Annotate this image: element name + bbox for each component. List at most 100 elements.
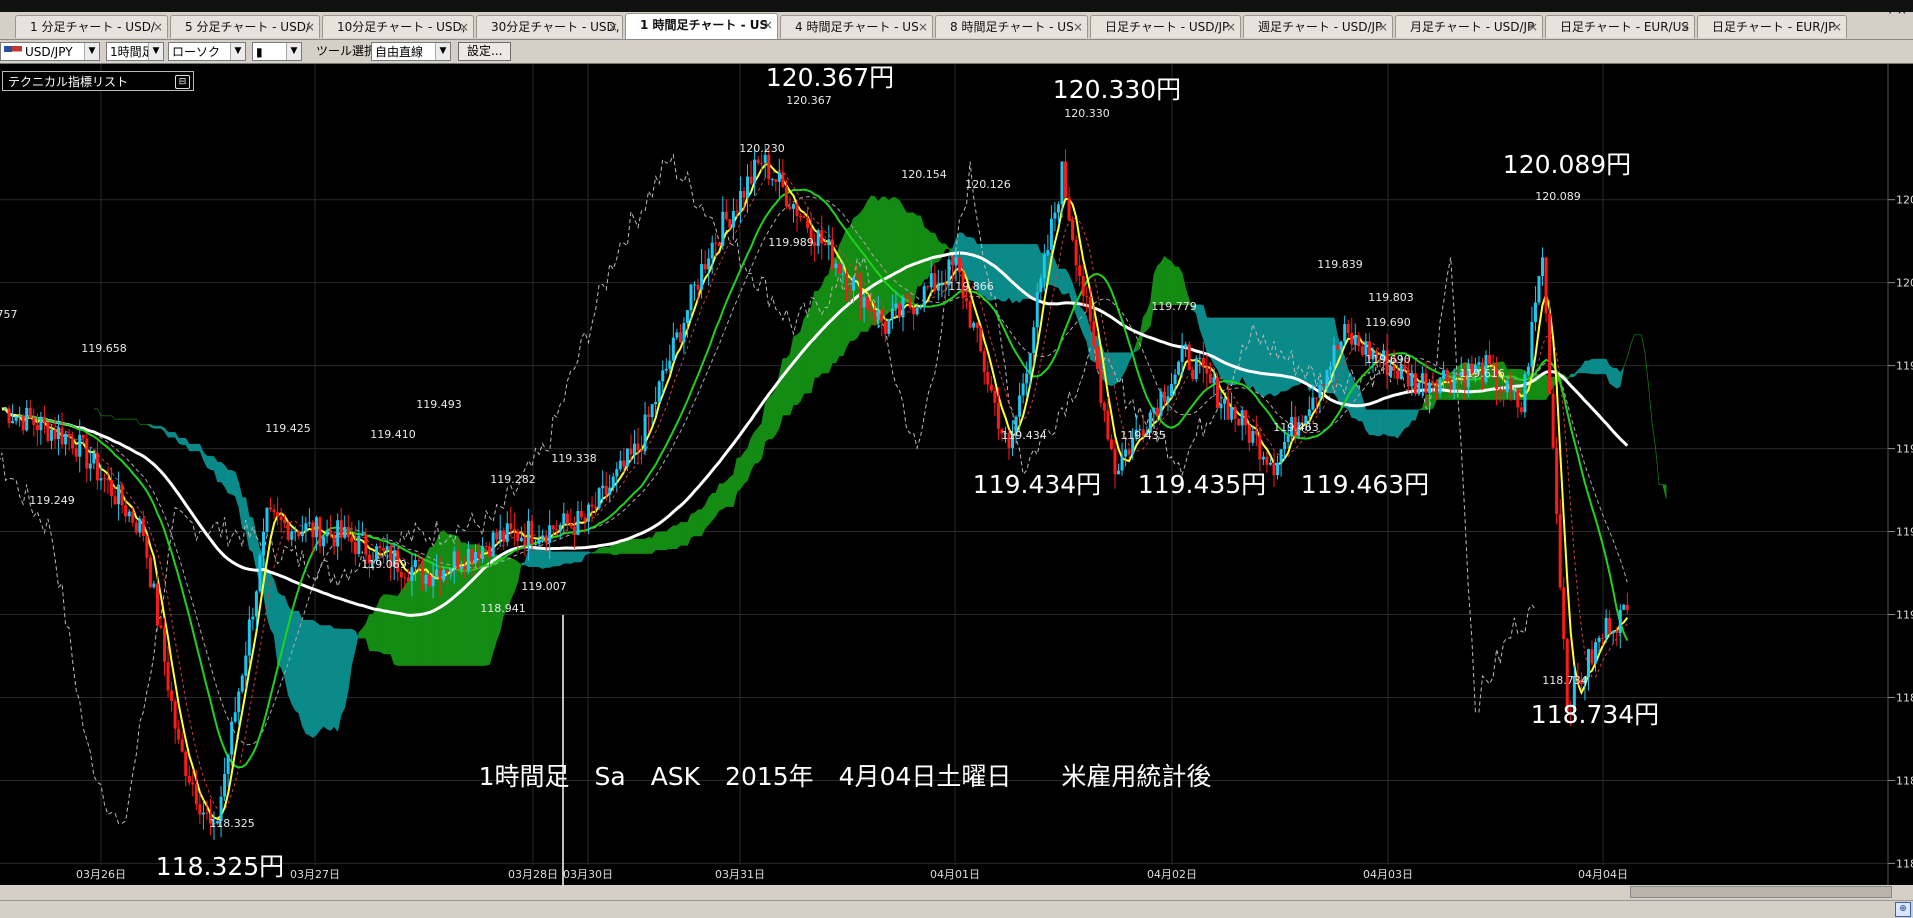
candle-body <box>54 430 57 439</box>
candle-body <box>1092 321 1095 347</box>
candle-body <box>675 332 678 337</box>
cloud-segment <box>1366 410 1370 435</box>
chart-tab[interactable]: 1 分足チャート - USD/× <box>15 15 168 38</box>
close-icon[interactable]: × <box>918 16 928 38</box>
candle-body <box>68 434 71 438</box>
chart-tab[interactable]: 5 分足チャート - USD/× <box>170 15 320 38</box>
candle-body <box>940 283 943 285</box>
cloud-segment <box>550 551 554 567</box>
chart-tab[interactable]: 日足チャート - USD/JP× <box>1090 15 1241 38</box>
candle-body <box>357 536 360 554</box>
cloud-segment <box>292 611 296 710</box>
timeframe-select[interactable]: 1時間足 ▼ <box>106 42 164 61</box>
close-icon[interactable]: × <box>608 16 618 38</box>
close-icon[interactable]: × <box>459 16 469 38</box>
candle-style-select[interactable]: ▮ ▼ <box>252 42 302 61</box>
candle-body <box>520 538 523 541</box>
tab-label: 30分足チャート - USD, <box>491 20 620 34</box>
cloud-segment <box>1299 318 1303 385</box>
scrollbar-thumb[interactable] <box>1630 886 1892 898</box>
cloud-segment <box>1242 318 1246 384</box>
close-icon[interactable]: × <box>1378 16 1388 38</box>
cloud-segment <box>995 244 999 299</box>
cloud-segment <box>532 547 536 567</box>
candle-body <box>806 218 809 228</box>
candle-body <box>442 570 445 581</box>
cloud-segment <box>560 552 564 566</box>
close-icon[interactable]: × <box>1226 16 1236 38</box>
close-icon[interactable]: × <box>1073 16 1083 38</box>
chart-tab[interactable]: 月足チャート - USD/JP× <box>1395 15 1543 38</box>
candle-body <box>562 513 565 525</box>
chart-tab[interactable]: 8 時間足チャート - US× <box>935 15 1088 38</box>
candle-body <box>1552 394 1555 448</box>
candle-body <box>930 273 933 287</box>
cloud-segment <box>232 470 236 496</box>
candle-body <box>573 527 576 535</box>
candle-body <box>276 512 279 516</box>
close-icon[interactable]: × <box>1528 16 1538 38</box>
close-icon[interactable]: × <box>763 14 773 37</box>
x-tick-label: 04月04日 <box>1578 868 1628 881</box>
candle-body <box>1488 355 1491 364</box>
cloud-segment <box>832 257 836 362</box>
candle-body <box>75 448 78 456</box>
price-label: 119.866 <box>948 280 994 293</box>
chart-tab[interactable]: 10分足チャート - USD,× <box>322 15 474 38</box>
chart-tab[interactable]: 1 時間足チャート - US× <box>625 13 778 39</box>
candle-body <box>569 524 572 527</box>
x-tick-label: 03月28日 <box>508 868 558 881</box>
candle-body <box>665 369 668 371</box>
cloud-segment <box>539 547 543 569</box>
cloud-segment <box>1168 259 1172 305</box>
cloud-segment <box>723 481 727 509</box>
close-icon[interactable]: × <box>153 16 163 38</box>
candle-body <box>1622 605 1625 610</box>
cloud-segment <box>408 573 412 665</box>
chart-tab[interactable]: 日足チャート - EUR/US× <box>1545 15 1695 38</box>
cloud-segment <box>801 319 805 401</box>
candle-body <box>467 549 470 569</box>
candle-body <box>191 782 194 784</box>
candle-body <box>283 520 286 523</box>
price-label: 119.425 <box>265 422 311 435</box>
collapse-icon[interactable]: ⊟ <box>175 75 190 89</box>
close-icon[interactable]: × <box>305 16 315 38</box>
close-icon[interactable]: × <box>1832 16 1842 38</box>
cloud-segment <box>437 532 441 665</box>
cloud-segment <box>1235 318 1239 385</box>
candle-body <box>891 308 894 319</box>
price-label: 120.367 <box>786 94 832 107</box>
candle-body <box>700 264 703 290</box>
candle-body <box>128 512 131 517</box>
candle-body <box>92 453 95 464</box>
chart-type-select[interactable]: ローソク ▼ <box>168 42 246 61</box>
candle-body <box>679 332 682 342</box>
candle-body <box>1421 373 1424 383</box>
close-icon[interactable]: × <box>1680 16 1690 38</box>
settings-button[interactable]: 設定... <box>458 42 511 61</box>
drawing-tool-select[interactable]: 自由直線 ▼ <box>371 42 451 61</box>
candle-body <box>223 774 226 797</box>
chart-tab[interactable]: 30分足チャート - USD,× <box>476 15 623 38</box>
candle-body <box>1089 297 1092 322</box>
horizontal-scrollbar[interactable] <box>0 885 1913 900</box>
price-chart[interactable]: 120.25120.00119.75119.50119.25119.00118.… <box>0 64 1913 885</box>
candle-body <box>1361 346 1364 355</box>
candle-body <box>1492 364 1495 365</box>
tab-nav-controls[interactable]: ▾ × <box>1887 3 1907 17</box>
candle-body <box>644 415 647 452</box>
candle-body <box>831 240 834 268</box>
cloud-segment <box>1207 318 1211 358</box>
zoom-icon[interactable]: ⊕ <box>1895 902 1911 917</box>
currency-pair-select[interactable]: USD/JPY ▼ <box>0 42 100 61</box>
candle-body <box>1354 336 1357 345</box>
chart-tab[interactable]: 4 時間足チャート - US× <box>780 15 933 38</box>
candle-body <box>721 212 724 246</box>
chart-tab[interactable]: 週足チャート - USD/JP× <box>1243 15 1393 38</box>
cloud-segment <box>892 197 896 310</box>
chart-tab[interactable]: 日足チャート - EUR/JP× <box>1697 15 1847 38</box>
technical-indicator-list[interactable]: テクニカル指標リスト ⊟ <box>2 71 194 91</box>
candle-body <box>661 370 664 381</box>
cloud-segment <box>680 522 684 545</box>
